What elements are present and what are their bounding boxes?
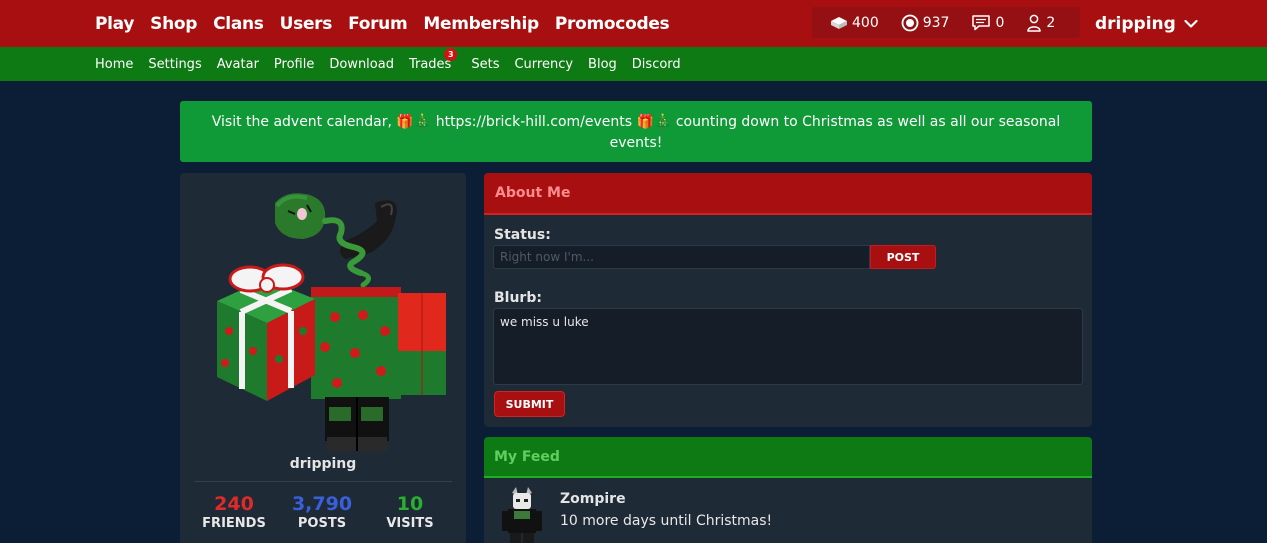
bits-stat[interactable]: 937	[901, 14, 950, 32]
feed-user-avatar[interactable]	[502, 487, 542, 543]
sub-nav-links: Home Settings Avatar Profile Download Tr…	[95, 47, 696, 81]
main-nav-links: Play Shop Clans Users Forum Membership P…	[95, 0, 685, 47]
visits-label: VISITS	[386, 516, 434, 531]
trades-notification-badge: 3	[444, 47, 458, 61]
user-icon	[1027, 14, 1042, 32]
friends-count: 240	[214, 493, 254, 515]
subnav-currency[interactable]: Currency	[514, 57, 573, 72]
nav-shop[interactable]: Shop	[150, 14, 197, 34]
account-username: dripping	[1095, 13, 1176, 34]
profile-counts: 240 FRIENDS 3,790 POSTS 10 VISITS	[180, 493, 466, 531]
nav-promocodes[interactable]: Promocodes	[555, 14, 670, 34]
friend-requests-stat[interactable]: 2	[1026, 14, 1055, 32]
profile-card: dripping 240 FRIENDS 3,790 POSTS 10 VISI…	[180, 173, 466, 543]
post-status-button[interactable]: POST	[870, 245, 936, 269]
my-feed-card: My Feed Zompire 10 more days until Chris…	[484, 437, 1092, 543]
messages-icon	[972, 15, 991, 31]
visits-count: 10	[396, 493, 424, 515]
posts-label: POSTS	[297, 516, 347, 531]
chevron-down-icon	[1184, 19, 1198, 28]
feed-item-username[interactable]: Zompire	[560, 491, 626, 507]
subnav-trades[interactable]: Trades 3	[409, 47, 458, 72]
brick-icon	[831, 16, 847, 29]
nav-membership[interactable]: Membership	[423, 14, 539, 34]
about-me-title: About Me	[495, 185, 571, 201]
subnav-settings[interactable]: Settings	[148, 57, 201, 72]
account-dropdown[interactable]: dripping	[1095, 0, 1198, 47]
top-navbar: Play Shop Clans Users Forum Membership P…	[0, 0, 1267, 47]
submit-blurb-button[interactable]: SUBMIT	[494, 391, 565, 417]
status-input[interactable]	[493, 245, 870, 269]
friends-count-block[interactable]: 240 FRIENDS	[190, 493, 278, 531]
status-label: Status:	[494, 227, 551, 243]
visits-count-block: 10 VISITS	[366, 493, 454, 531]
about-me-header: About Me	[484, 173, 1092, 215]
posts-count: 3,790	[291, 493, 353, 515]
sub-navbar: Home Settings Avatar Profile Download Tr…	[0, 47, 1267, 81]
bucks-stat[interactable]: 400	[830, 15, 879, 31]
feed-item: Zompire 10 more days until Christmas!	[484, 485, 1092, 543]
nav-users[interactable]: Users	[280, 14, 333, 34]
subnav-sets[interactable]: Sets	[471, 57, 499, 72]
feed-item-text: 10 more days until Christmas!	[560, 513, 773, 529]
subnav-download[interactable]: Download	[329, 57, 394, 72]
announcement-banner: Visit the advent calendar, 🎁🎄 https://br…	[180, 101, 1092, 162]
announcement-text: Visit the advent calendar, 🎁🎄 https://br…	[211, 114, 1061, 151]
friends-label: FRIENDS	[202, 516, 266, 531]
messages-stat[interactable]: 0	[971, 14, 1004, 31]
my-feed-header: My Feed	[484, 437, 1092, 478]
profile-username: dripping	[289, 456, 357, 472]
my-feed-title: My Feed	[494, 448, 560, 465]
user-stats-bar: 400 937 0 2	[812, 7, 1080, 38]
bits-coin-icon	[901, 14, 919, 31]
bits-count: 937	[922, 14, 950, 31]
blurb-textarea[interactable]: we miss u luke	[493, 308, 1083, 385]
nav-play[interactable]: Play	[95, 14, 134, 34]
subnav-discord[interactable]: Discord	[632, 57, 681, 72]
nav-forum[interactable]: Forum	[348, 14, 408, 34]
bucks-count: 400	[852, 14, 879, 31]
subnav-profile[interactable]: Profile	[274, 57, 314, 72]
about-me-card: About Me Status: POST Blurb: we miss u l…	[484, 173, 1092, 427]
blurb-label: Blurb:	[494, 290, 542, 306]
subnav-avatar[interactable]: Avatar	[217, 57, 259, 72]
profile-divider	[194, 481, 452, 482]
messages-count: 0	[995, 14, 1005, 31]
posts-count-block[interactable]: 3,790 POSTS	[278, 493, 366, 531]
subnav-home[interactable]: Home	[95, 57, 133, 72]
avatar-image	[217, 193, 446, 451]
nav-clans[interactable]: Clans	[213, 14, 264, 34]
subnav-blog[interactable]: Blog	[588, 57, 617, 72]
friend-requests-count: 2	[1046, 14, 1056, 31]
